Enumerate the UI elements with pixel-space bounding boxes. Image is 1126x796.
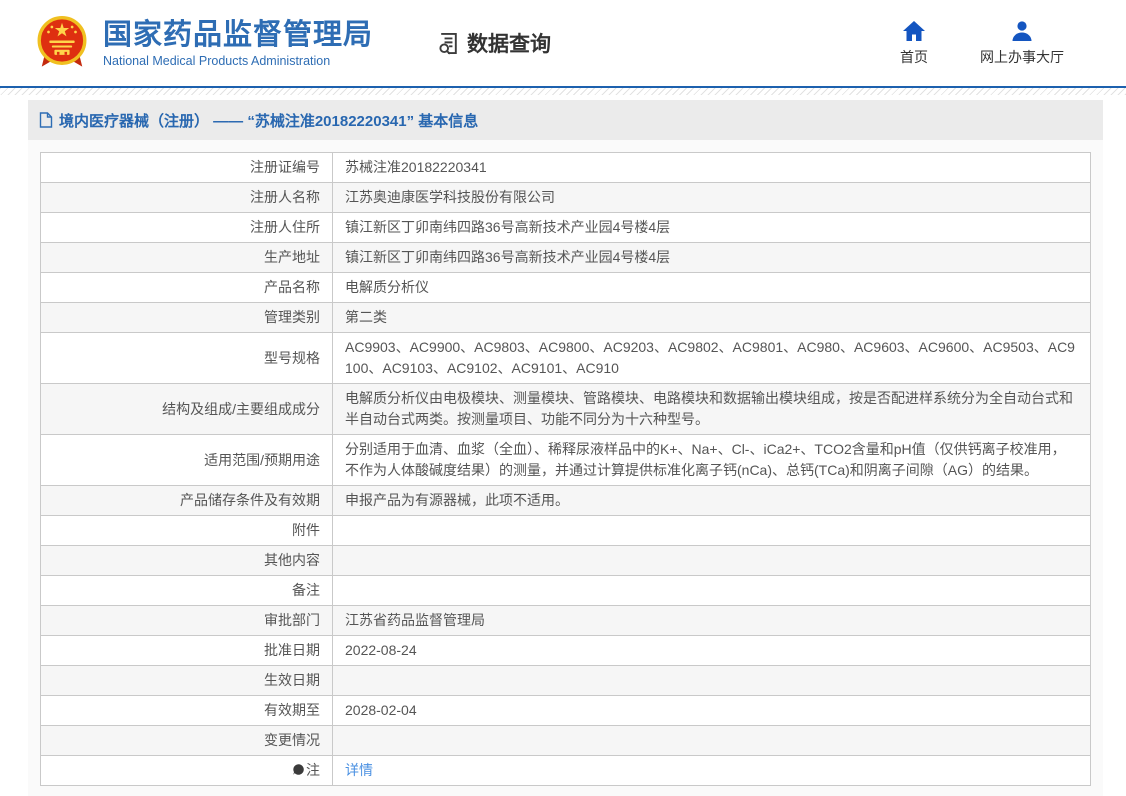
row-value: 江苏奥迪康医学科技股份有限公司: [333, 183, 1091, 213]
table-row: 其他内容: [41, 546, 1091, 576]
row-value: 申报产品为有源器械，此项不适用。: [333, 486, 1091, 516]
row-label: 注册人名称: [41, 183, 333, 213]
row-label: 产品名称: [41, 273, 333, 303]
org-name-chinese: 国家药品监督管理局: [103, 19, 373, 51]
row-label: 变更情况: [41, 726, 333, 756]
person-icon: [1010, 20, 1034, 42]
table-row: 适用范围/预期用途分别适用于血清、血浆（全血）、稀释尿液样品中的K+、Na+、C…: [41, 435, 1091, 486]
row-label: 注: [41, 756, 333, 786]
data-query-tab[interactable]: 数据查询: [435, 28, 551, 58]
comment-icon: [292, 763, 305, 776]
table-row: 管理类别第二类: [41, 303, 1091, 333]
row-label: 批准日期: [41, 636, 333, 666]
row-label: 注册证编号: [41, 153, 333, 183]
row-label: 备注: [41, 576, 333, 606]
row-value: 镇江新区丁卯南纬四路36号高新技术产业园4号楼4层: [333, 213, 1091, 243]
table-row: 产品名称电解质分析仪: [41, 273, 1091, 303]
row-label: 生产地址: [41, 243, 333, 273]
table-row: 批准日期2022-08-24: [41, 636, 1091, 666]
row-label: 审批部门: [41, 606, 333, 636]
table-row: 审批部门江苏省药品监督管理局: [41, 606, 1091, 636]
table-row: 注册人住所镇江新区丁卯南纬四路36号高新技术产业园4号楼4层: [41, 213, 1091, 243]
row-label: 结构及组成/主要组成成分: [41, 384, 333, 435]
row-label: 适用范围/预期用途: [41, 435, 333, 486]
decorative-hatch-strip: [0, 88, 1126, 95]
row-value: [333, 516, 1091, 546]
row-label: 注册人住所: [41, 213, 333, 243]
row-value: 第二类: [333, 303, 1091, 333]
registration-info-table: 注册证编号苏械注准20182220341注册人名称江苏奥迪康医学科技股份有限公司…: [40, 152, 1091, 786]
table-row: 变更情况: [41, 726, 1091, 756]
row-label: 附件: [41, 516, 333, 546]
nav-home[interactable]: 首页: [890, 20, 938, 67]
data-query-label: 数据查询: [467, 28, 551, 58]
table-row: 注册人名称江苏奥迪康医学科技股份有限公司: [41, 183, 1091, 213]
row-value: 电解质分析仪由电极模块、测量模块、管路模块、电路模块和数据输出模块组成，按是否配…: [333, 384, 1091, 435]
row-value: 2022-08-24: [333, 636, 1091, 666]
table-row: 产品储存条件及有效期申报产品为有源器械，此项不适用。: [41, 486, 1091, 516]
home-icon: [902, 20, 926, 42]
row-value: 详情: [333, 756, 1091, 786]
header-branding: 国家药品监督管理局 National Medical Products Admi…: [35, 14, 551, 72]
details-link[interactable]: 详情: [345, 762, 373, 778]
row-value: AC9903、AC9900、AC9803、AC9800、AC9203、AC980…: [333, 333, 1091, 384]
row-label: 有效期至: [41, 696, 333, 726]
nav-service-hall-label: 网上办事大厅: [980, 47, 1064, 67]
table-row: 注详情: [41, 756, 1091, 786]
org-name-english: National Medical Products Administration: [103, 54, 373, 68]
row-label: 型号规格: [41, 333, 333, 384]
row-value: 分别适用于血清、血浆（全血）、稀释尿液样品中的K+、Na+、Cl-、iCa2+、…: [333, 435, 1091, 486]
org-names: 国家药品监督管理局 National Medical Products Admi…: [103, 19, 373, 68]
document-icon: [39, 112, 53, 128]
table-row: 型号规格AC9903、AC9900、AC9803、AC9800、AC9203、A…: [41, 333, 1091, 384]
row-label: 管理类别: [41, 303, 333, 333]
table-row: 生效日期: [41, 666, 1091, 696]
row-value: [333, 666, 1091, 696]
page-title-bar: 境内医疗器械（注册） —— “苏械注准20182220341” 基本信息: [28, 100, 1103, 140]
row-value: 电解质分析仪: [333, 273, 1091, 303]
row-value: 江苏省药品监督管理局: [333, 606, 1091, 636]
row-label: 生效日期: [41, 666, 333, 696]
table-row: 备注: [41, 576, 1091, 606]
row-value: 2028-02-04: [333, 696, 1091, 726]
page-title: 境内医疗器械（注册） —— “苏械注准20182220341” 基本信息: [59, 110, 478, 131]
row-value: 苏械注准20182220341: [333, 153, 1091, 183]
header-nav: 首页 网上办事大厅: [890, 20, 1064, 67]
content-card: 境内医疗器械（注册） —— “苏械注准20182220341” 基本信息 注册证…: [28, 100, 1103, 796]
row-value: [333, 546, 1091, 576]
row-value: [333, 726, 1091, 756]
table-row: 生产地址镇江新区丁卯南纬四路36号高新技术产业园4号楼4层: [41, 243, 1091, 273]
table-row: 结构及组成/主要组成成分电解质分析仪由电极模块、测量模块、管路模块、电路模块和数…: [41, 384, 1091, 435]
table-row: 注册证编号苏械注准20182220341: [41, 153, 1091, 183]
national-emblem-logo: [35, 14, 89, 72]
nav-home-label: 首页: [900, 47, 928, 67]
row-label: 其他内容: [41, 546, 333, 576]
table-row: 有效期至2028-02-04: [41, 696, 1091, 726]
nav-service-hall[interactable]: 网上办事大厅: [980, 20, 1064, 67]
table-row: 附件: [41, 516, 1091, 546]
site-header: 国家药品监督管理局 National Medical Products Admi…: [0, 0, 1126, 88]
document-search-icon: [435, 30, 462, 57]
row-label: 产品储存条件及有效期: [41, 486, 333, 516]
row-value: 镇江新区丁卯南纬四路36号高新技术产业园4号楼4层: [333, 243, 1091, 273]
row-value: [333, 576, 1091, 606]
